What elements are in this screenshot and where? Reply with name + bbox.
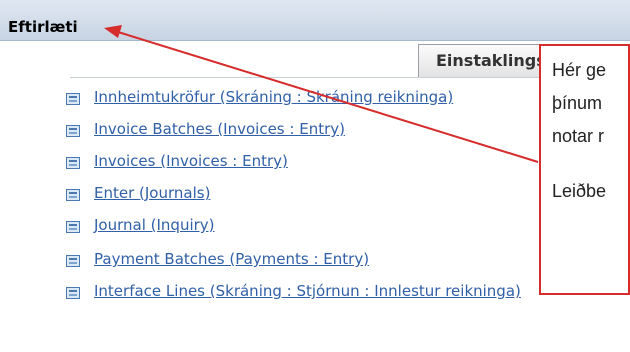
- arrow-head: [104, 25, 122, 38]
- annotation-arrow: [104, 25, 539, 163]
- arrow-line: [117, 31, 539, 163]
